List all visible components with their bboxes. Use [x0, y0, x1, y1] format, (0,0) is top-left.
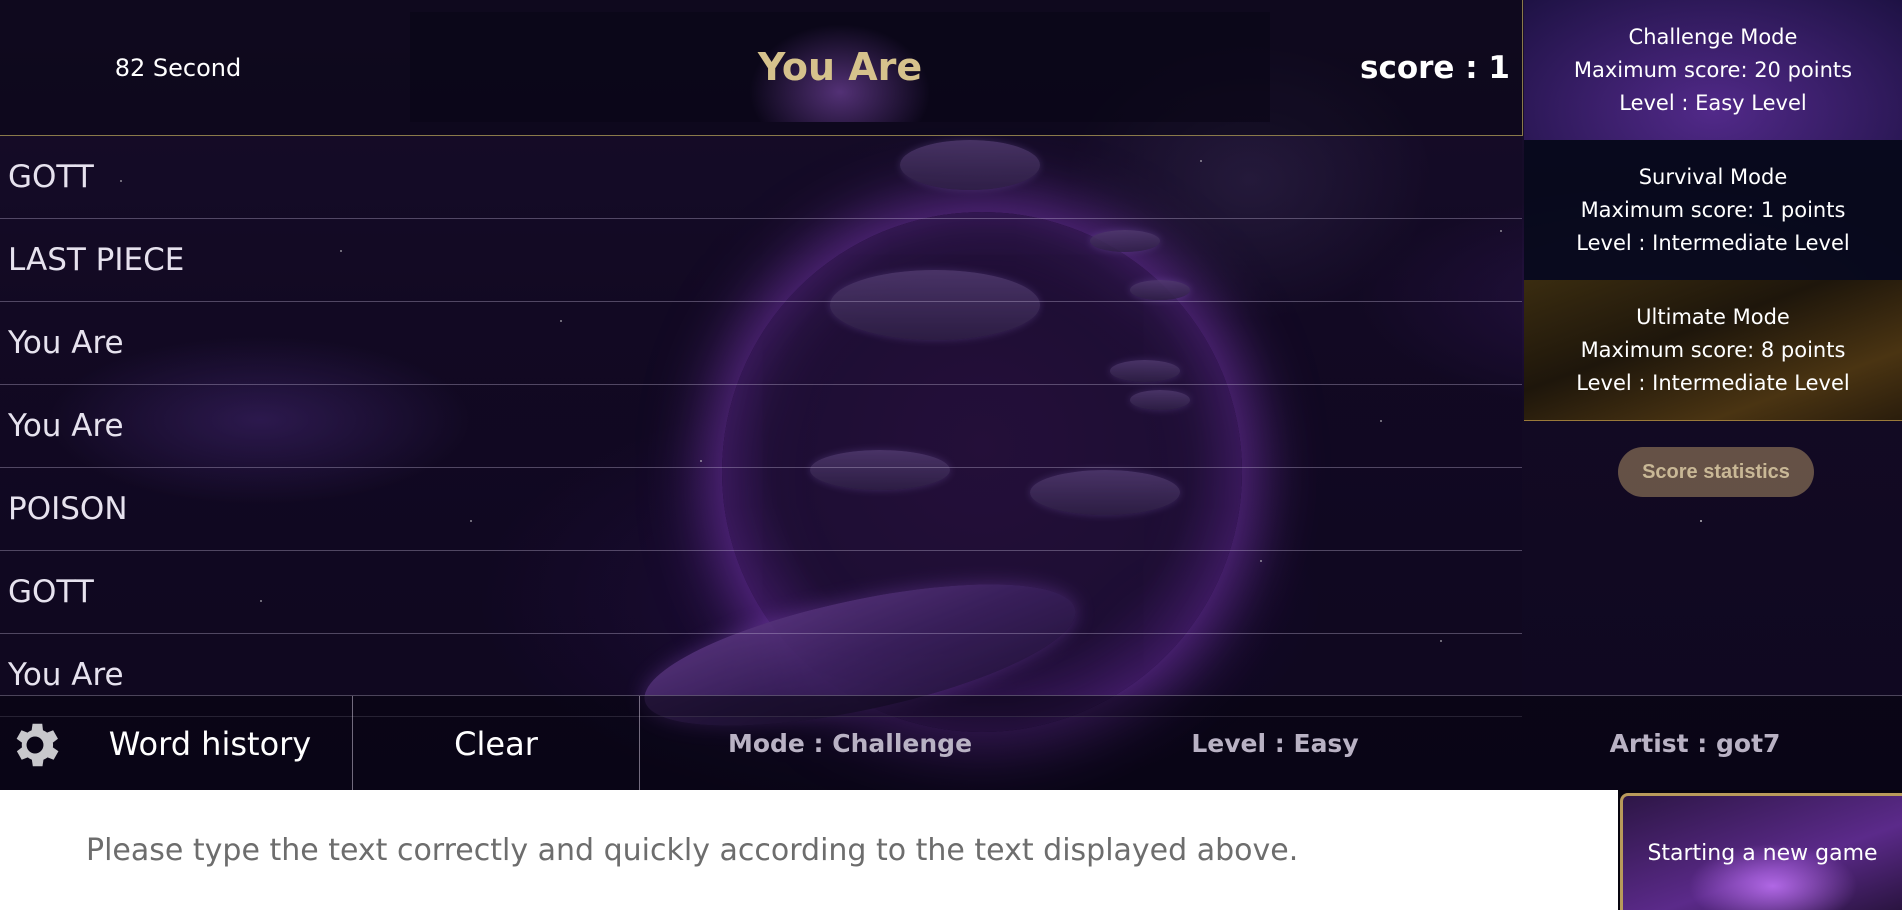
word-history-button[interactable]: Word history — [70, 696, 350, 791]
ultimate-mode-card[interactable]: Ultimate Mode Maximum score: 8 points Le… — [1524, 280, 1902, 421]
game-header: 82 Second You Are score : 1 — [0, 0, 1523, 136]
mode-name: Ultimate Mode — [1636, 304, 1790, 329]
level-info: Level : Easy — [1191, 729, 1359, 758]
bottom-toolbar: Word history Clear Mode : Challenge Leve… — [0, 695, 1902, 791]
word-row: You Are — [0, 385, 1522, 468]
word-row: POISON — [0, 468, 1522, 551]
score-statistics-button[interactable]: Score statistics — [1618, 447, 1814, 497]
mode-level: Level : Intermediate Level — [1576, 230, 1850, 255]
typing-input[interactable] — [86, 790, 1586, 910]
mode-level: Level : Easy Level — [1619, 90, 1807, 115]
new-game-button[interactable]: Starting a new game — [1620, 793, 1902, 910]
mode-max-score: Maximum score: 8 points — [1580, 337, 1846, 362]
falling-words-list: GOTT LAST PIECE You Are You Are POISON G… — [0, 136, 1522, 717]
word-row: GOTT — [0, 136, 1522, 219]
score-display: score : 1 — [1360, 49, 1510, 86]
clear-button[interactable]: Clear — [353, 696, 639, 791]
mode-max-score: Maximum score: 1 points — [1580, 197, 1846, 222]
mode-name: Survival Mode — [1638, 164, 1788, 189]
word-row: GOTT — [0, 551, 1522, 634]
mode-level: Level : Intermediate Level — [1576, 370, 1850, 395]
divider — [639, 696, 640, 791]
artist-info: Artist : got7 — [1609, 729, 1781, 758]
current-word: You Are — [410, 12, 1270, 122]
gear-icon[interactable] — [6, 716, 64, 774]
mode-panel: Challenge Mode Maximum score: 20 points … — [1524, 0, 1902, 421]
word-row: You Are — [0, 302, 1522, 385]
timer: 82 Second — [114, 53, 242, 82]
star — [1700, 520, 1702, 522]
mode-info: Mode : Challenge — [727, 729, 973, 758]
word-row: LAST PIECE — [0, 219, 1522, 302]
typing-area — [0, 790, 1618, 910]
survival-mode-card[interactable]: Survival Mode Maximum score: 1 points Le… — [1524, 140, 1902, 280]
challenge-mode-card[interactable]: Challenge Mode Maximum score: 20 points … — [1524, 0, 1902, 140]
mode-max-score: Maximum score: 20 points — [1573, 57, 1853, 82]
mode-name: Challenge Mode — [1628, 24, 1798, 49]
